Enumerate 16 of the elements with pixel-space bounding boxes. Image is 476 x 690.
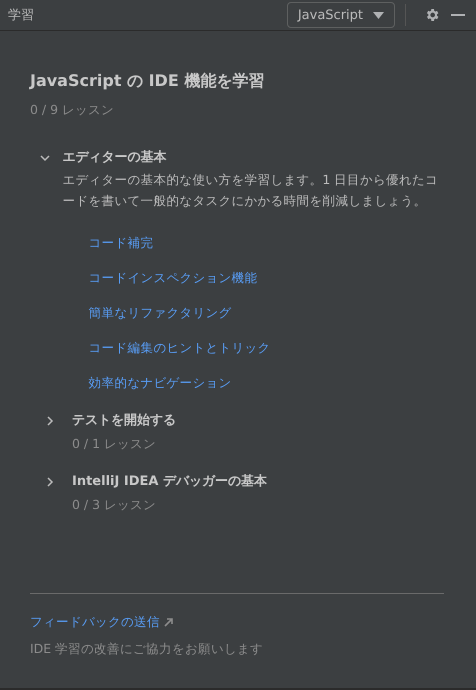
lesson-link[interactable]: 効率的なナビゲーション [88, 375, 444, 392]
lesson-link[interactable]: コード編集のヒントとトリック [88, 340, 444, 357]
module-title[interactable]: IntelliJ IDEA デバッガーの基本 [72, 473, 267, 491]
lesson-link[interactable]: コード補完 [88, 235, 444, 252]
lesson-link[interactable]: コードインスペクション機能 [88, 270, 444, 287]
course-title: JavaScript の IDE 機能を学習 [30, 71, 266, 92]
language-dropdown[interactable]: JavaScript [286, 2, 395, 28]
module-title[interactable]: エディターの基本 [62, 149, 444, 167]
panel-title: 学習 [8, 7, 35, 24]
caret-icon [373, 12, 384, 18]
module-description: エディターの基本的な使い方を学習します。1 日目から優れたコードを書いて一般的なタスクにかかる時間を削減しましょう。 [62, 171, 440, 210]
lesson-link[interactable]: 簡単なリファクタリング [88, 305, 444, 322]
module-title[interactable]: テストを開始する [72, 412, 176, 430]
feedback-note: IDE 学習の改善にご協力をお願いします [30, 641, 264, 658]
feedback-link[interactable]: フィードバックの送信 [30, 614, 444, 631]
external-link-icon [164, 618, 173, 627]
